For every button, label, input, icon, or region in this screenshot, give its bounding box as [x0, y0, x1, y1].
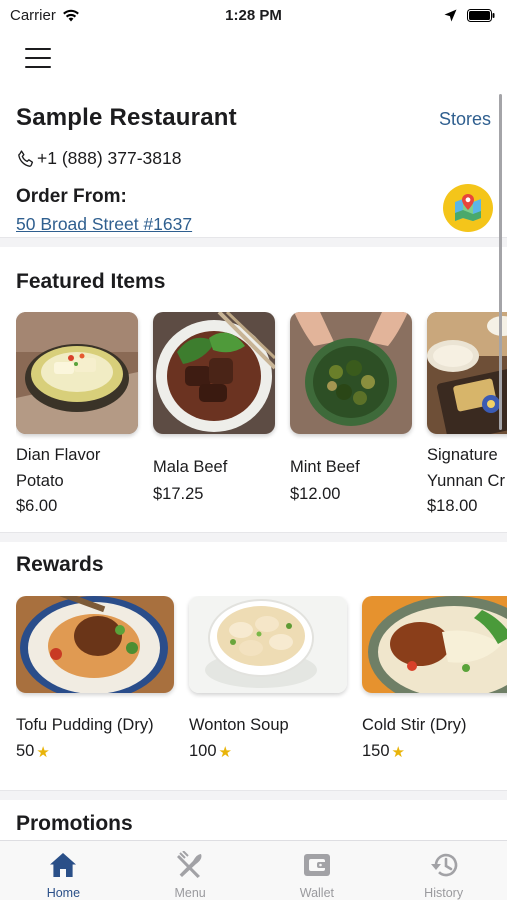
featured-item-name: Mint Beef	[290, 458, 360, 476]
reward-image	[16, 596, 174, 693]
reward-card[interactable]: Wonton Soup 100 ★	[189, 596, 347, 761]
featured-item-name: Signature Yunnan Cr	[427, 446, 505, 490]
featured-item-price: $17.25	[153, 485, 204, 503]
scroll-indicator[interactable]	[499, 94, 502, 430]
tab-menu[interactable]: Menu	[127, 841, 254, 900]
featured-item-image	[153, 312, 275, 434]
status-right	[444, 8, 495, 22]
status-left: Carrier	[10, 7, 80, 24]
featured-items-carousel[interactable]: Dian Flavor Potato $6.00 Mala Beef $17.2…	[16, 312, 507, 527]
reward-image	[362, 596, 507, 693]
tab-history[interactable]: History	[380, 841, 507, 900]
featured-item-card[interactable]: Mala Beef $17.25	[153, 312, 275, 503]
featured-item-name: Mala Beef	[153, 458, 228, 476]
star-icon: ★	[218, 743, 232, 761]
stores-link[interactable]: Stores	[439, 109, 491, 130]
section-divider	[0, 237, 507, 247]
order-from-label: Order From:	[16, 186, 127, 207]
wifi-icon	[62, 9, 79, 21]
home-icon	[48, 850, 78, 880]
reward-points: 50 ★	[16, 742, 50, 761]
tab-label: Home	[46, 886, 81, 900]
carrier-label: Carrier	[10, 6, 56, 24]
featured-item-card[interactable]: Mint Beef $12.00	[290, 312, 412, 503]
phone-row[interactable]: +1 (888) 377-3818	[16, 148, 182, 169]
star-icon: ★	[391, 743, 405, 761]
featured-items-title: Featured Items	[16, 270, 166, 293]
reward-points: 100 ★	[189, 742, 232, 761]
hamburger-line	[25, 65, 51, 68]
star-icon: ★	[36, 743, 50, 761]
featured-item-image	[290, 312, 412, 434]
tab-label: Wallet	[299, 886, 334, 900]
menu-hamburger-button[interactable]	[25, 48, 51, 68]
featured-item-image	[16, 312, 138, 434]
reward-points-value: 150	[362, 742, 390, 760]
address-link[interactable]: 50 Broad Street #1637	[16, 214, 192, 235]
wallet-icon	[302, 850, 332, 880]
rewards-title: Rewards	[16, 553, 104, 576]
reward-points-value: 50	[16, 742, 35, 760]
featured-item-card[interactable]: Dian Flavor Potato $6.00	[16, 312, 138, 515]
tab-label: Menu	[174, 886, 206, 900]
map-button[interactable]	[443, 184, 493, 232]
featured-item-image	[427, 312, 507, 434]
phone-number: +1 (888) 377-3818	[37, 148, 182, 168]
reward-points-value: 100	[189, 742, 217, 760]
restaurant-name: Sample Restaurant	[16, 104, 237, 131]
bottom-tab-bar: Home Menu Wallet History	[0, 840, 507, 900]
promotions-title: Promotions	[16, 812, 133, 835]
featured-item-price: $6.00	[16, 497, 58, 515]
tab-wallet[interactable]: Wallet	[254, 841, 381, 900]
featured-item-price: $18.00	[427, 497, 478, 515]
rewards-carousel[interactable]: Tofu Pudding (Dry) 50 ★ Wonton Soup 100 …	[16, 596, 507, 771]
location-arrow-icon	[444, 9, 457, 21]
tab-home[interactable]: Home	[0, 841, 127, 900]
tab-label: History	[424, 886, 464, 900]
reward-card[interactable]: Tofu Pudding (Dry) 50 ★	[16, 596, 174, 761]
featured-item-price: $12.00	[290, 485, 341, 503]
reward-name: Tofu Pudding (Dry)	[16, 716, 154, 734]
reward-points: 150 ★	[362, 742, 405, 761]
history-icon	[429, 850, 459, 880]
section-divider	[0, 790, 507, 800]
map-icon	[455, 194, 481, 221]
hamburger-line	[25, 48, 51, 51]
reward-name: Cold Stir (Dry)	[362, 716, 467, 734]
battery-icon	[467, 8, 495, 22]
reward-card[interactable]: Cold Stir (Dry) 150 ★	[362, 596, 507, 761]
featured-item-name: Dian Flavor Potato	[16, 446, 101, 490]
phone-icon	[18, 149, 34, 167]
fork-knife-icon	[175, 850, 205, 880]
section-divider	[0, 532, 507, 542]
hamburger-line	[25, 56, 51, 60]
status-bar: Carrier 1:28 PM	[0, 0, 507, 30]
featured-item-card[interactable]: Signature Yunnan Cr $18.00	[427, 312, 507, 515]
reward-name: Wonton Soup	[189, 716, 289, 734]
reward-image	[189, 596, 347, 693]
